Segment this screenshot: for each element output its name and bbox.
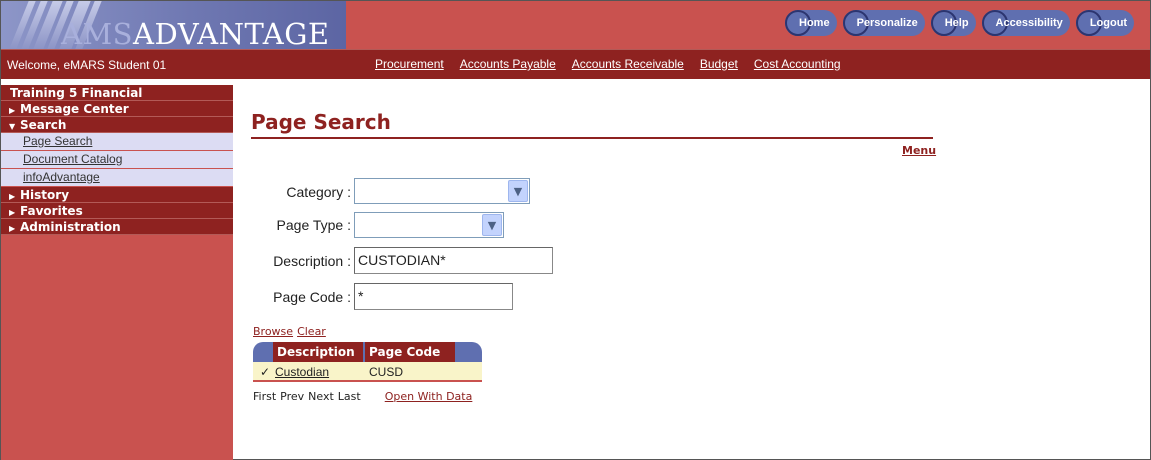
search-actions: Browse Clear [253, 325, 330, 338]
column-header-page-code[interactable]: Page Code [365, 342, 455, 362]
sidebar-link-document-catalog[interactable]: Document Catalog [1, 151, 233, 169]
chevron-down-icon[interactable]: ▼ [482, 214, 502, 236]
results-header: Description Page Code [253, 342, 482, 362]
sidebar-item-administration[interactable]: ▶ Administration [1, 219, 233, 235]
header-nav: Home Personalize Help Accessibility Logo… [785, 9, 1140, 37]
logout-button[interactable]: Logout [1075, 10, 1135, 36]
browse-link[interactable]: Browse [253, 325, 293, 338]
row-description-link[interactable]: Custodian [275, 362, 329, 382]
module-accounts-payable[interactable]: Accounts Payable [460, 57, 556, 71]
page-code-label: Page Code : [273, 289, 351, 305]
pager-next[interactable]: Next [308, 390, 334, 403]
main-content: Page Search Menu Category : ▼ Page Type … [233, 85, 1150, 460]
pager-first[interactable]: First [253, 390, 276, 403]
menu-link[interactable]: Menu [902, 144, 936, 157]
home-button[interactable]: Home [785, 10, 837, 36]
sidebar-item-history[interactable]: ▶ History [1, 187, 233, 203]
page-code-input[interactable]: * [354, 283, 513, 310]
page-type-label: Page Type : [276, 217, 351, 233]
table-row[interactable]: ✓ Custodian CUSD [253, 362, 482, 382]
check-icon: ✓ [260, 365, 271, 379]
sidebar-link-infoadvantage[interactable]: infoAdvantage [1, 169, 233, 187]
page-title: Page Search [251, 110, 391, 134]
personalize-button[interactable]: Personalize [842, 10, 925, 36]
logo: AMSADVANTAGE [1, 1, 346, 49]
app-window: AMSADVANTAGE Home Personalize Help Acces… [0, 0, 1151, 460]
logo-text: AMSADVANTAGE [61, 17, 330, 49]
sidebar-link-page-search[interactable]: Page Search [1, 133, 233, 151]
module-procurement[interactable]: Procurement [375, 57, 444, 71]
module-bar: Welcome, eMARS Student 01 Procurement Ac… [1, 49, 1150, 79]
category-select[interactable]: ▼ [354, 178, 530, 204]
header: AMSADVANTAGE Home Personalize Help Acces… [1, 1, 1150, 49]
sidebar-item-message-center[interactable]: ▶ Message Center [1, 101, 233, 117]
pager-prev[interactable]: Prev [280, 390, 304, 403]
chevron-down-icon[interactable]: ▼ [508, 180, 528, 202]
description-label: Description : [273, 253, 351, 269]
sidebar-item-favorites[interactable]: ▶ Favorites [1, 203, 233, 219]
module-cost-accounting[interactable]: Cost Accounting [754, 57, 841, 71]
title-divider [251, 137, 933, 139]
module-nav: Procurement Accounts Payable Accounts Re… [375, 57, 857, 71]
help-button[interactable]: Help [930, 10, 976, 36]
sidebar-title: Training 5 Financial [1, 85, 233, 101]
open-with-data-link[interactable]: Open With Data [385, 390, 473, 403]
sidebar: Training 5 Financial ▶ Message Center ▼ Se… [1, 85, 233, 460]
row-page-code: CUSD [369, 365, 404, 379]
chevron-right-icon: ▶ [9, 224, 16, 233]
welcome-text: Welcome, eMARS Student 01 [7, 58, 167, 72]
chevron-down-icon: ▼ [9, 122, 16, 131]
results-table: Description Page Code ✓ Custodian CUSD [253, 342, 482, 382]
category-label: Category : [286, 184, 351, 200]
sidebar-item-search[interactable]: ▼ Search [1, 117, 233, 133]
module-budget[interactable]: Budget [700, 57, 738, 71]
page-type-select[interactable]: ▼ [354, 212, 504, 238]
module-accounts-receivable[interactable]: Accounts Receivable [572, 57, 684, 71]
pager: First Prev Next Last Open With Data [253, 390, 476, 403]
column-header-description[interactable]: Description [273, 342, 363, 362]
clear-link[interactable]: Clear [297, 325, 326, 338]
pager-last[interactable]: Last [338, 390, 361, 403]
accessibility-button[interactable]: Accessibility [981, 10, 1070, 36]
description-input[interactable]: CUSTODIAN* [354, 247, 553, 274]
